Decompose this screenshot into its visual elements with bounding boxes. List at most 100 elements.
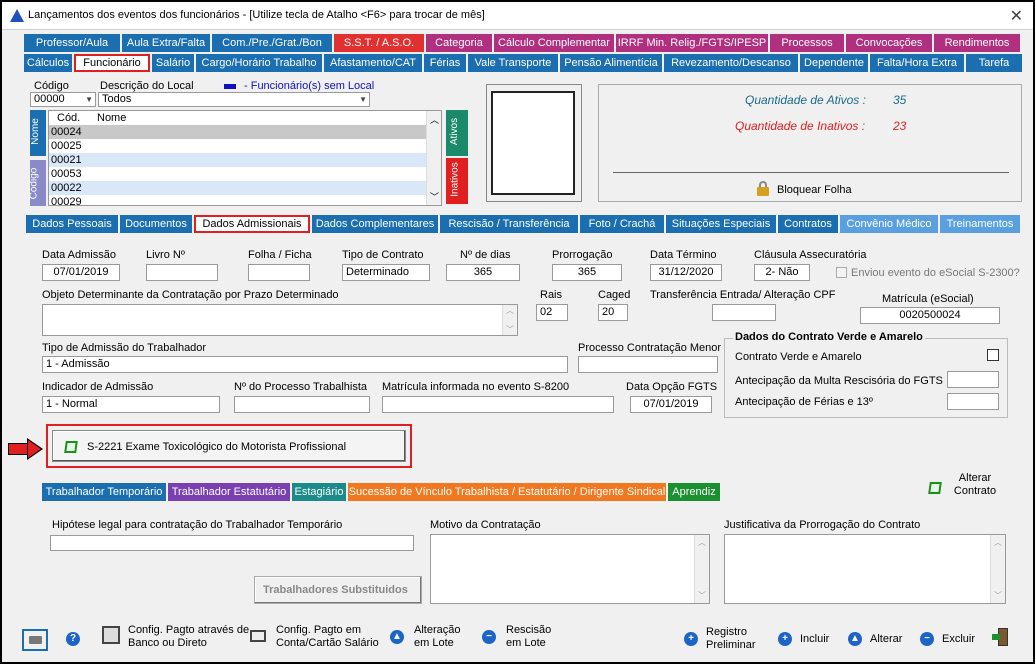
tab-row1-5[interactable]: Cálculo Complementar — [494, 34, 614, 52]
tab-row2-8[interactable]: Revezamento/Descanso — [664, 54, 798, 72]
alterar-button[interactable]: Alterar — [870, 633, 902, 646]
employee-list[interactable]: Cód. Nome 00024 00025 00021 00053 00022 00029… — [48, 110, 442, 206]
clausula-field[interactable]: 2- Não — [754, 264, 810, 281]
worker-tab-3[interactable]: Sucessão de Vínculo Trabalhista / Estatu… — [348, 483, 666, 501]
prorrogacao-field[interactable]: 365 — [552, 264, 622, 281]
minus-icon[interactable]: − — [920, 632, 934, 646]
subtab-9[interactable]: Treinamentos — [940, 215, 1020, 233]
list-item[interactable]: 00024 — [49, 125, 427, 139]
matricula-field[interactable]: 0020500024 — [860, 307, 1000, 324]
dias-field[interactable]: 365 — [446, 264, 520, 281]
chevron-up-icon[interactable]: ︿ — [506, 305, 514, 316]
up-arrow-icon[interactable]: ▲ — [390, 630, 404, 644]
close-icon[interactable]: ✕ — [1010, 6, 1023, 26]
motivo-scrollbar[interactable]: ︿ ﹀ — [694, 535, 709, 603]
tab-row1-6[interactable]: IRRF Min. Relig./FGTS/IPESP — [616, 34, 768, 52]
help-icon[interactable]: ? — [66, 632, 80, 646]
incluir-button[interactable]: Incluir — [800, 633, 829, 646]
objeto-scrollbar[interactable]: ︿ ﹀ — [502, 305, 517, 335]
side-tab-ativos[interactable]: Ativos — [446, 110, 468, 156]
chevron-down-icon[interactable]: ﹀ — [698, 590, 706, 601]
data-termino-field[interactable]: 31/12/2020 — [650, 264, 722, 281]
tab-row2-4[interactable]: Afastamento/CAT — [324, 54, 422, 72]
codigo-select[interactable]: 00000 ▼ — [30, 92, 96, 107]
document-icon[interactable] — [928, 482, 942, 494]
tab-row2-3[interactable]: Cargo/Horário Trabalho — [196, 54, 322, 72]
list-scrollbar[interactable]: ︿ ﹀ — [426, 111, 441, 205]
enviou-checkbox[interactable] — [836, 267, 847, 278]
tab-row2-0[interactable]: Cálculos — [24, 54, 72, 72]
worker-tab-1[interactable]: Trabalhador Estatutário — [168, 483, 290, 501]
minus-icon[interactable]: − — [482, 630, 496, 644]
tab-row1-3[interactable]: S.S.T. / A.S.O. — [334, 34, 424, 52]
tab-row2-2[interactable]: Salário — [152, 54, 194, 72]
hipotese-field[interactable] — [50, 535, 414, 551]
caged-field[interactable]: 20 — [598, 304, 628, 321]
rescisao-lote-button[interactable]: Rescisão em Lote — [506, 624, 556, 650]
folha-field[interactable] — [248, 264, 310, 281]
data-fgts-field[interactable]: 07/01/2019 — [630, 396, 712, 413]
justificativa-scrollbar[interactable]: ︿ ﹀ — [990, 535, 1005, 603]
tipo-contrato-field[interactable]: Determinado — [342, 264, 430, 281]
list-item[interactable]: 00021 — [49, 153, 427, 167]
motivo-textarea[interactable]: ︿ ﹀ — [430, 534, 710, 604]
s2221-button[interactable]: S-2221 Exame Toxicológico do Motorista P… — [52, 430, 406, 462]
processo-trab-field[interactable] — [234, 396, 370, 413]
local-select[interactable]: Todos ▼ — [98, 92, 370, 107]
bloquear-folha-button[interactable]: Bloquear Folha — [777, 184, 852, 196]
side-tab-inativos[interactable]: Inativos — [446, 158, 468, 204]
tab-row2-1[interactable]: Funcionário — [74, 54, 150, 72]
tab-row1-7[interactable]: Processos — [770, 34, 844, 52]
chevron-up-icon[interactable]: ︿ — [430, 113, 439, 126]
list-item[interactable]: 00022 — [49, 181, 427, 195]
list-item[interactable]: 00029 — [49, 195, 427, 205]
config-banco-button[interactable]: Config. Pagto através de Banco ou Direto — [128, 624, 250, 650]
subtab-4[interactable]: Rescisão / Transferência — [440, 215, 578, 233]
registro-preliminar-button[interactable]: Registro Preliminar — [706, 626, 766, 652]
data-admissao-field[interactable]: 07/01/2019 — [42, 264, 120, 281]
transf-field[interactable] — [712, 304, 776, 321]
chevron-down-icon[interactable]: ﹀ — [430, 190, 439, 203]
chevron-up-icon[interactable]: ︿ — [994, 537, 1002, 548]
tab-row1-4[interactable]: Categoria — [426, 34, 492, 52]
tab-row1-9[interactable]: Rendimentos — [934, 34, 1020, 52]
worker-tab-4[interactable]: Aprendiz — [668, 483, 720, 501]
print-button[interactable] — [22, 629, 48, 651]
bank-icon[interactable] — [102, 626, 120, 644]
matricula-s8200-field[interactable] — [382, 396, 614, 413]
chevron-up-icon[interactable]: ︿ — [698, 537, 706, 548]
substituidos-button[interactable]: Trabalhadores Substituidos — [254, 576, 422, 604]
photo-frame[interactable] — [486, 84, 582, 202]
chevron-down-icon[interactable]: ▼ — [85, 93, 93, 106]
subtab-8[interactable]: Convênio Médico — [840, 215, 938, 233]
subtab-5[interactable]: Foto / Crachá — [580, 215, 664, 233]
verde-multa-field[interactable] — [947, 371, 999, 388]
plus-icon[interactable]: + — [684, 632, 698, 646]
alterar-contrato-button[interactable]: Alterar Contrato — [950, 472, 1000, 498]
tab-row2-7[interactable]: Pensão Alimentícia — [560, 54, 662, 72]
verde-ferias-field[interactable] — [947, 393, 999, 410]
subtab-0[interactable]: Dados Pessoais — [26, 215, 118, 233]
chevron-down-icon[interactable]: ﹀ — [994, 590, 1002, 601]
lock-icon[interactable] — [757, 181, 769, 196]
verde-contrato-checkbox[interactable] — [987, 349, 999, 361]
rais-field[interactable]: 02 — [536, 304, 568, 321]
subtab-7[interactable]: Contratos — [778, 215, 838, 233]
livro-field[interactable] — [146, 264, 218, 281]
tab-row1-8[interactable]: Convocações — [846, 34, 932, 52]
side-tab-nome[interactable]: Nome — [30, 110, 46, 156]
subtab-3[interactable]: Dados Complementares — [312, 215, 438, 233]
up-arrow-icon[interactable]: ▲ — [848, 632, 862, 646]
config-conta-button[interactable]: Config. Pagto em Conta/Cartão Salário — [276, 624, 382, 650]
tab-row1-0[interactable]: Professor/Aula — [24, 34, 120, 52]
worker-tab-0[interactable]: Trabalhador Temporário — [42, 483, 166, 501]
exit-door-icon[interactable] — [992, 628, 1008, 646]
subtab-6[interactable]: Situações Especiais — [666, 215, 776, 233]
tab-row2-10[interactable]: Falta/Hora Extra — [870, 54, 964, 72]
chevron-down-icon[interactable]: ▼ — [359, 93, 367, 106]
chevron-down-icon[interactable]: ﹀ — [506, 324, 514, 335]
side-tab-codigo[interactable]: Código — [28, 160, 46, 206]
tab-row1-2[interactable]: Com./Pre./Grat./Bon — [212, 34, 332, 52]
tab-row2-9[interactable]: Dependente — [800, 54, 868, 72]
tipo-admissao-field[interactable]: 1 - Admissão — [42, 356, 568, 373]
